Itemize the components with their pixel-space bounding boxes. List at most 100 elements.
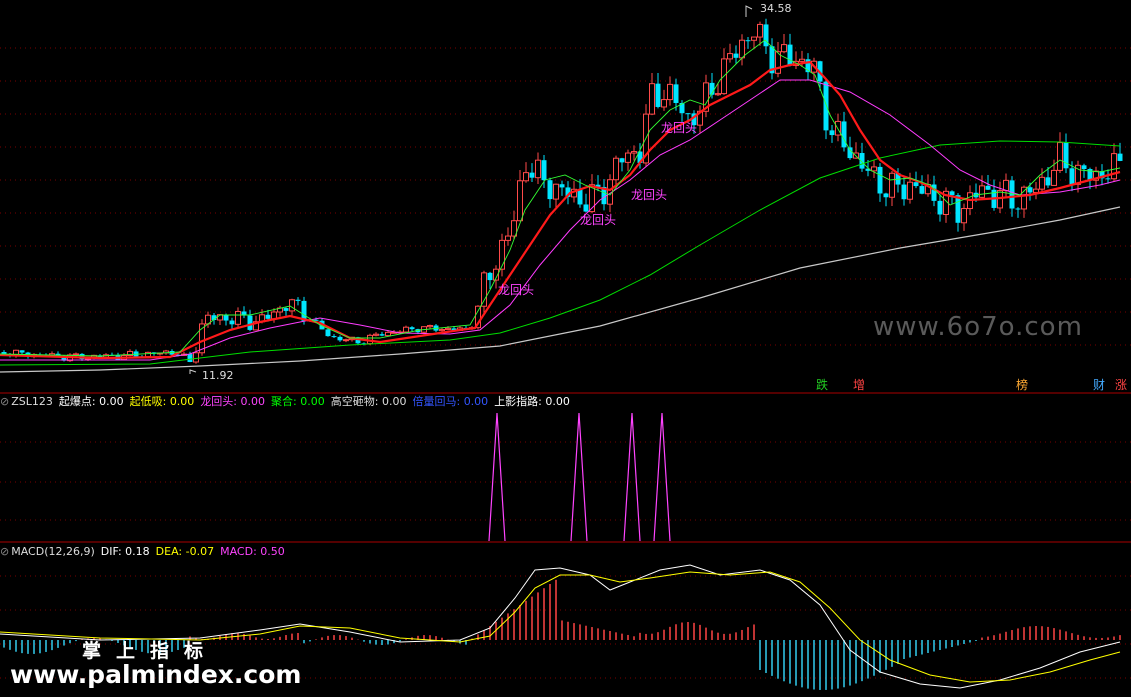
candle-body bbox=[325, 329, 331, 337]
candle-body bbox=[265, 314, 271, 319]
indicator-value: 0.00 bbox=[99, 395, 124, 408]
event-tag-bang[interactable]: 榜 bbox=[1014, 378, 1030, 392]
candle-body bbox=[1069, 168, 1075, 185]
candle-body bbox=[409, 327, 415, 330]
candle-body bbox=[541, 160, 547, 181]
candle-body bbox=[331, 336, 337, 338]
macd-name: MACD(12,26,9) bbox=[11, 545, 95, 558]
candle-body bbox=[787, 44, 793, 66]
signal-spike bbox=[623, 412, 641, 542]
candle-body bbox=[379, 334, 385, 336]
candle-body bbox=[1105, 178, 1111, 180]
candle-body bbox=[283, 308, 289, 311]
candle-body bbox=[295, 299, 301, 301]
candle-body bbox=[949, 191, 955, 196]
candle-body bbox=[403, 326, 409, 333]
candle-body bbox=[889, 172, 895, 198]
candle-body bbox=[655, 83, 661, 107]
low-marker bbox=[189, 369, 197, 374]
macd-header[interactable]: ⊘ MACD(12,26,9) DIF: 0.18 DEA: -0.07 MACD: 0… bbox=[0, 545, 291, 559]
candle-body bbox=[1063, 142, 1069, 169]
candle-body bbox=[685, 113, 691, 115]
palmindex-cn-watermark: 掌上指标 bbox=[82, 640, 219, 662]
event-tag-cai[interactable]: 财 bbox=[1091, 378, 1107, 392]
indicator-header[interactable]: ⊘ ZSL123 起爆点: 0.00 起低吸: 0.00 龙回头: 0.00 聚合: 0.… bbox=[0, 395, 576, 409]
signal-spike bbox=[488, 412, 506, 542]
signal-label: 龙回头 bbox=[498, 283, 535, 297]
candle-body bbox=[223, 314, 229, 321]
dif-value: 0.18 bbox=[125, 545, 150, 558]
candle-body bbox=[373, 333, 379, 336]
indicator-label: 龙回头: bbox=[200, 395, 238, 408]
candle-body bbox=[559, 184, 565, 188]
candle-body bbox=[73, 353, 79, 356]
candle-body bbox=[529, 172, 535, 178]
indicator-label: 高空砸物: bbox=[330, 395, 379, 408]
candle-body bbox=[715, 93, 721, 96]
candle-body bbox=[829, 130, 835, 136]
candle-body bbox=[289, 299, 295, 312]
high-price-label: 34.58 bbox=[760, 2, 792, 15]
indicator-label: 上影指路: bbox=[494, 395, 542, 408]
candle-body bbox=[745, 40, 751, 42]
candle-body bbox=[883, 193, 889, 198]
dea-label: DEA: bbox=[155, 545, 183, 558]
event-tag-zhang[interactable]: 涨 bbox=[1113, 378, 1129, 392]
stock-chart-canvas[interactable] bbox=[0, 0, 1131, 697]
candle-body bbox=[445, 327, 451, 331]
candle-body bbox=[733, 53, 739, 58]
candle-body bbox=[781, 44, 787, 53]
candle-body bbox=[985, 185, 991, 190]
candle-body bbox=[739, 39, 745, 59]
candle-body bbox=[1057, 142, 1063, 171]
candle-body bbox=[577, 189, 583, 205]
candle-body bbox=[1045, 177, 1051, 186]
indicator-value: 0.00 bbox=[240, 395, 266, 408]
ma-line-long bbox=[0, 206, 1121, 373]
candle-body bbox=[619, 158, 625, 163]
low-price-label: 11.92 bbox=[202, 369, 234, 382]
candle-body bbox=[1081, 165, 1087, 170]
candle-body bbox=[19, 350, 25, 353]
signal-label: 龙回头 bbox=[631, 188, 668, 202]
candle-body bbox=[613, 157, 619, 181]
event-tag-zeng[interactable]: 增 bbox=[851, 378, 867, 392]
settings-icon[interactable]: ⊘ bbox=[0, 545, 9, 558]
candle-body bbox=[1051, 169, 1057, 186]
candle-body bbox=[913, 182, 919, 187]
candle-body bbox=[343, 339, 349, 342]
signal-label: 龙回头 bbox=[661, 121, 698, 135]
event-tag-die[interactable]: 跌 bbox=[814, 378, 830, 392]
candle-body bbox=[1003, 179, 1009, 192]
indicator-value: 0.00 bbox=[300, 395, 325, 408]
candle-body bbox=[757, 23, 763, 38]
price-grid bbox=[0, 47, 1131, 679]
settings-icon[interactable]: ⊘ bbox=[0, 395, 9, 408]
candle-body bbox=[667, 83, 673, 101]
indicator-spikes bbox=[488, 412, 671, 542]
candle-body bbox=[841, 121, 847, 148]
candle-body bbox=[553, 183, 559, 200]
candle-body bbox=[871, 166, 877, 172]
candle-body bbox=[1039, 176, 1045, 190]
candle-body bbox=[727, 53, 733, 60]
candle-body bbox=[937, 200, 943, 215]
candle-body bbox=[877, 166, 883, 194]
dif-label: DIF: bbox=[100, 545, 122, 558]
candle-body bbox=[961, 208, 967, 224]
dea-value: -0.07 bbox=[185, 545, 215, 558]
candle-body bbox=[439, 329, 445, 332]
candle-body bbox=[235, 310, 241, 325]
signal-spike bbox=[653, 412, 671, 542]
candle-body bbox=[1027, 187, 1033, 193]
macd-value: 0.50 bbox=[260, 545, 285, 558]
candle-body bbox=[955, 195, 961, 223]
indicator-label: 聚合: bbox=[271, 395, 297, 408]
candle-body bbox=[673, 84, 679, 103]
candle-body bbox=[385, 331, 391, 337]
candle-body bbox=[427, 325, 433, 328]
high-marker bbox=[745, 5, 753, 17]
indicator-value: 0.00 bbox=[169, 395, 195, 408]
palmindex-url-watermark: www.palmindex.com bbox=[10, 660, 302, 689]
candle-body bbox=[1117, 153, 1123, 161]
